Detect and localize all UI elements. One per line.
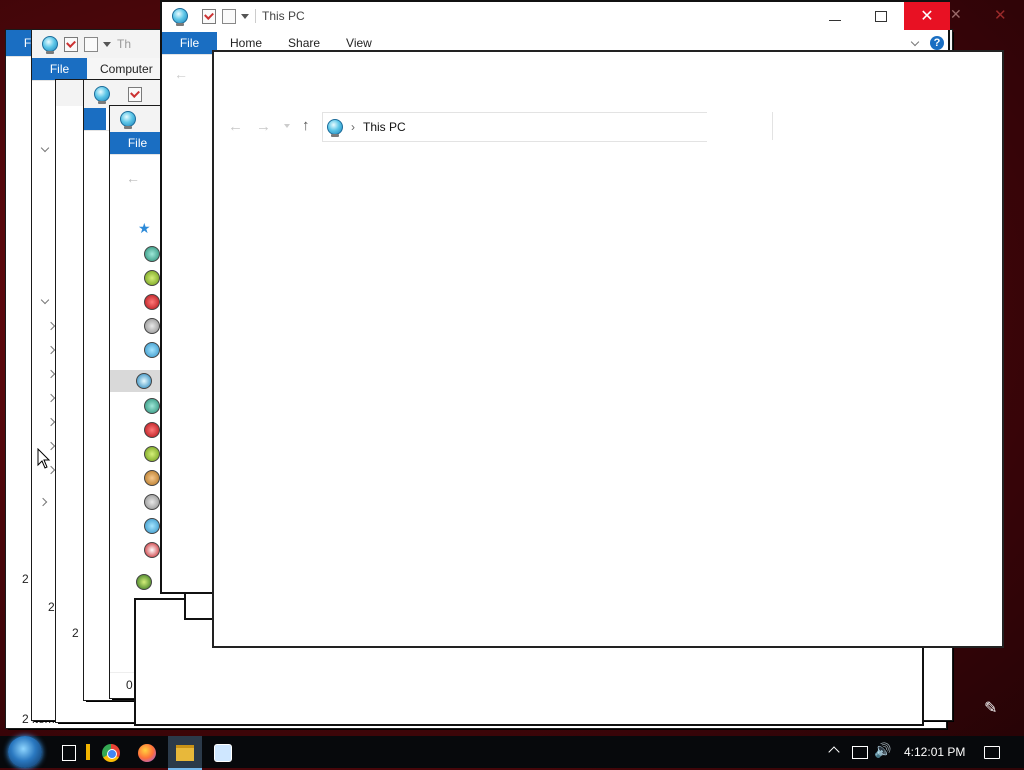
expand-chevron-icon[interactable]: [40, 295, 50, 305]
customize-toolbar-icon[interactable]: [103, 41, 111, 47]
tab-file[interactable]: [84, 108, 106, 130]
minimize-icon: [829, 19, 841, 21]
back-arrow-icon[interactable]: ←: [174, 66, 188, 82]
minimize-button[interactable]: [812, 2, 858, 30]
mouse-cursor-icon: [37, 448, 51, 469]
chrome-icon[interactable]: [102, 744, 120, 762]
maximize-icon: [875, 10, 887, 22]
this-pc-icon: [42, 36, 58, 54]
file-explorer-taskbar-button[interactable]: [168, 736, 202, 770]
address-separator: ›: [351, 120, 355, 134]
tab-view[interactable]: View: [333, 32, 385, 54]
this-pc-icon: [327, 119, 343, 137]
folder-icon: [176, 745, 194, 761]
firefox-icon[interactable]: [138, 744, 156, 762]
pen-icon[interactable]: ✎: [984, 698, 997, 718]
status-bar-text: 2: [22, 572, 29, 586]
window-title: This PC: [262, 9, 305, 23]
back-button[interactable]: ←: [228, 118, 243, 135]
agent-app-icon[interactable]: [214, 744, 232, 762]
explorer-content-pane: ← → ↑ › This PC: [214, 52, 1002, 646]
action-center-icon[interactable]: [984, 746, 1000, 759]
chrome-center: [107, 749, 117, 759]
expand-chevron-icon[interactable]: [38, 497, 48, 507]
search-box-divider: [772, 112, 773, 140]
close-button[interactable]: ✕: [904, 2, 950, 30]
close-icon: ✕: [920, 6, 934, 25]
expand-chevron-icon[interactable]: [46, 417, 56, 427]
status-bar-text: 2: [72, 626, 79, 640]
new-folder-icon[interactable]: [84, 36, 98, 52]
address-bar[interactable]: › This PC: [322, 112, 707, 142]
tab-file[interactable]: File: [32, 58, 87, 80]
pinned-app-icon[interactable]: [86, 744, 90, 760]
this-pc-icon: [94, 86, 110, 104]
expand-chevron-icon[interactable]: [46, 393, 56, 403]
separator: [255, 9, 256, 23]
network-tray-icon[interactable]: [852, 746, 868, 759]
up-button[interactable]: ↑: [302, 117, 310, 134]
task-view-button[interactable]: [62, 745, 76, 761]
recent-locations-button[interactable]: [284, 124, 290, 128]
tab-home[interactable]: Home: [217, 32, 275, 54]
start-orb-button[interactable]: [8, 736, 42, 768]
expand-chevron-icon[interactable]: [40, 143, 50, 153]
expand-chevron-icon[interactable]: [46, 345, 56, 355]
forward-button[interactable]: →: [256, 118, 271, 135]
address-location: This PC: [363, 120, 406, 134]
close-icon: ✕: [950, 6, 962, 22]
tab-file[interactable]: File: [162, 32, 217, 54]
tab-share[interactable]: Share: [275, 32, 333, 54]
new-folder-icon[interactable]: [222, 8, 236, 24]
maximize-button[interactable]: [858, 2, 904, 30]
properties-icon[interactable]: [64, 36, 78, 52]
help-button[interactable]: ?: [930, 36, 944, 50]
volume-tray-icon[interactable]: 🔊: [874, 742, 891, 759]
window-title: Th: [117, 37, 132, 51]
this-pc-icon: [172, 8, 188, 26]
customize-toolbar-icon[interactable]: [241, 13, 249, 19]
clock-time[interactable]: 4:12:01 PM: [904, 745, 965, 759]
this-pc-icon: [120, 111, 136, 129]
expand-chevron-icon[interactable]: [46, 321, 56, 331]
properties-icon[interactable]: [202, 8, 216, 24]
expand-chevron-icon[interactable]: [46, 369, 56, 379]
close-icon: ✕: [994, 7, 1007, 24]
